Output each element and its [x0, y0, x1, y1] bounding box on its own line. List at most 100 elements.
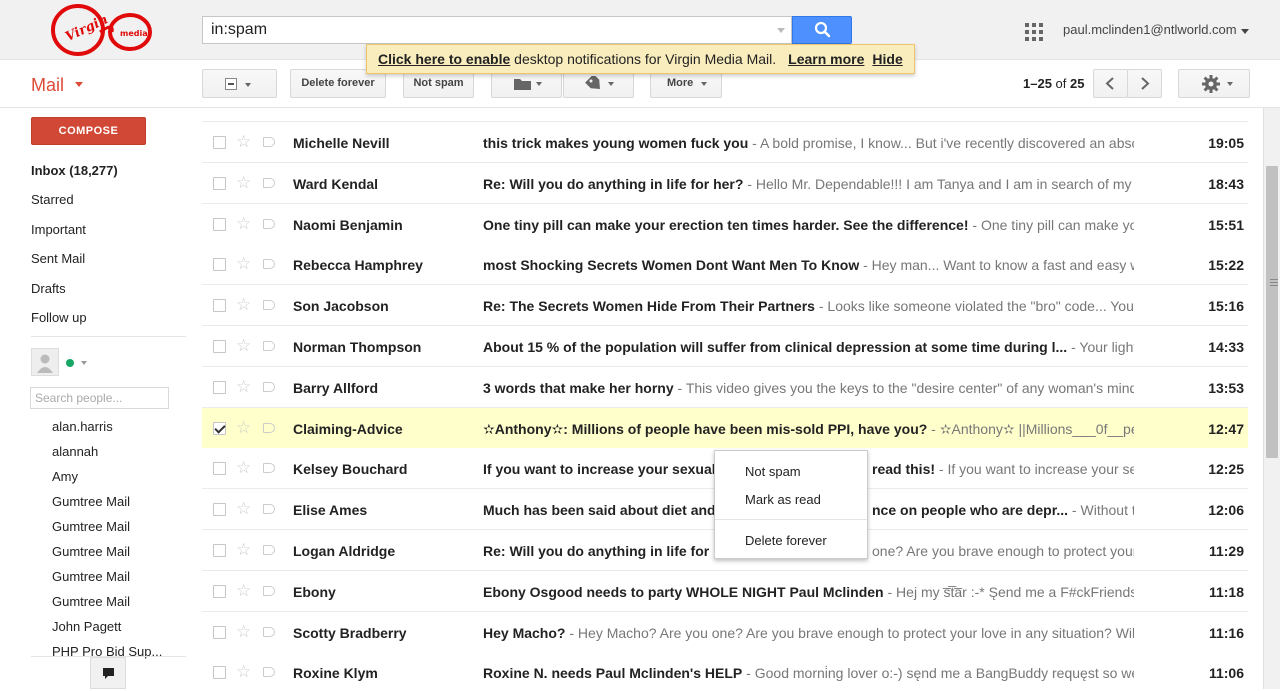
newer-button[interactable]	[1093, 69, 1128, 98]
account-email[interactable]: paul.mclinden1@ntlworld.com	[1063, 22, 1237, 37]
star-icon[interactable]: ☆	[236, 662, 251, 682]
importance-marker-icon[interactable]	[263, 341, 275, 351]
sidebar-item-follow-up[interactable]: Follow up	[31, 310, 87, 325]
star-icon[interactable]: ☆	[236, 295, 251, 315]
sidebar-item-inbox[interactable]: Inbox (18,277)	[31, 163, 118, 178]
contact-item[interactable]: Gumtree Mail	[52, 494, 130, 509]
table-row[interactable]: ☆ Ward Kendal Re: Will you do anything in …	[202, 162, 1248, 204]
contact-item[interactable]: Gumtree Mail	[52, 594, 130, 609]
sidebar-item-sent-mail[interactable]: Sent Mail	[31, 251, 85, 266]
sidebar-item-starred[interactable]: Starred	[31, 192, 74, 207]
row-checkbox[interactable]	[213, 258, 226, 272]
search-options-caret[interactable]	[777, 28, 785, 33]
importance-marker-icon[interactable]	[263, 463, 275, 474]
importance-marker-icon[interactable]	[263, 585, 275, 596]
star-icon[interactable]: ☆	[236, 377, 251, 397]
contact-item[interactable]: Gumtree Mail	[52, 519, 130, 534]
row-time: 13:53	[1208, 379, 1244, 396]
table-row[interactable]	[202, 108, 1248, 122]
table-row[interactable]: ☆ Scotty Bradberry Hey Macho? - Hey Macho?…	[202, 611, 1248, 653]
table-row[interactable]: ☆ Barry Allford 3 words that make her horn…	[202, 366, 1248, 408]
people-search-input[interactable]	[30, 387, 169, 409]
row-checkbox[interactable]	[213, 136, 226, 149]
row-checkbox[interactable]	[213, 544, 226, 557]
star-icon[interactable]: ☆	[236, 458, 251, 478]
presence-status-icon[interactable]	[66, 359, 74, 367]
star-icon[interactable]: ☆	[236, 173, 251, 193]
importance-marker-icon[interactable]	[263, 667, 275, 678]
table-row[interactable]: ☆ Son Jacobson Re: The Secrets Women Hide …	[202, 285, 1248, 327]
virgin-media-logo[interactable]: Virgin media	[50, 2, 154, 58]
mail-caret-icon[interactable]	[75, 82, 83, 87]
apps-grid-icon[interactable]	[1025, 23, 1043, 41]
contact-item[interactable]: Gumtree Mail	[52, 544, 130, 559]
contact-item[interactable]: John Pagett	[52, 619, 121, 634]
table-row[interactable]: ☆ Norman Thompson About 15 % of the popula…	[202, 326, 1248, 367]
search-input[interactable]	[203, 17, 773, 43]
importance-marker-icon[interactable]	[263, 259, 275, 270]
row-checkbox[interactable]	[213, 380, 226, 394]
settings-button[interactable]	[1178, 69, 1250, 98]
star-icon[interactable]: ☆	[236, 336, 251, 356]
context-not-spam[interactable]: Not spam	[745, 464, 801, 479]
search-box[interactable]	[202, 16, 792, 44]
sidebar-item-important[interactable]: Important	[31, 222, 86, 237]
sidebar-item-drafts[interactable]: Drafts	[31, 281, 66, 296]
row-checkbox[interactable]	[213, 584, 226, 598]
scrollbar-thumb[interactable]	[1266, 166, 1278, 458]
importance-marker-icon[interactable]	[263, 300, 275, 311]
context-delete-forever[interactable]: Delete forever	[745, 533, 827, 548]
row-checkbox[interactable]	[213, 421, 226, 435]
mail-label[interactable]: Mail	[31, 75, 64, 96]
row-checkbox[interactable]	[213, 503, 226, 517]
contact-item[interactable]: Amy	[52, 469, 78, 484]
star-icon[interactable]: ☆	[236, 540, 251, 560]
presence-caret-icon[interactable]	[81, 361, 87, 365]
importance-marker-icon[interactable]	[263, 545, 275, 555]
contact-item[interactable]: Gumtree Mail	[52, 569, 130, 584]
table-row[interactable]: ☆ Roxine Klym Roxine N. needs Paul Mclinde…	[202, 652, 1248, 689]
row-checkbox[interactable]	[213, 299, 226, 313]
importance-marker-icon[interactable]	[263, 137, 275, 147]
table-row[interactable]: ☆ Ebony Ebony Osgood needs to party WHOLE …	[202, 570, 1248, 612]
importance-marker-icon[interactable]	[263, 381, 275, 392]
row-checkbox[interactable]	[213, 462, 226, 476]
table-row[interactable]: ☆ Rebecca Hamphrey most Shocking Secrets W…	[202, 244, 1248, 286]
select-checkbox-button[interactable]	[202, 69, 277, 98]
row-checkbox[interactable]	[213, 666, 226, 680]
chat-button[interactable]	[90, 657, 126, 689]
learn-more-link[interactable]: Learn more	[788, 51, 864, 67]
importance-marker-icon[interactable]	[263, 218, 275, 229]
row-checkbox[interactable]	[213, 340, 226, 353]
table-row[interactable]: ☆ Claiming-Advice ✫Anthony✫: Millions of p…	[202, 407, 1248, 449]
row-checkbox[interactable]	[213, 176, 226, 190]
table-row[interactable]: ☆ Michelle Nevill this trick makes young w…	[202, 122, 1248, 163]
star-icon[interactable]: ☆	[236, 418, 251, 438]
row-checkbox[interactable]	[213, 625, 226, 639]
avatar[interactable]	[31, 348, 59, 376]
importance-marker-icon[interactable]	[263, 422, 275, 433]
star-icon[interactable]: ☆	[236, 254, 251, 274]
row-sender: Rebecca Hamphrey	[293, 257, 423, 274]
enable-notifications-link[interactable]: Click here to enable	[378, 51, 510, 67]
contact-item[interactable]: alannah	[52, 444, 98, 459]
compose-button[interactable]: COMPOSE	[31, 117, 146, 145]
row-snippet: Looks like someone violated the "bro" co…	[827, 298, 1134, 315]
table-row[interactable]: ☆ Naomi Benjamin One tiny pill can make yo…	[202, 203, 1248, 245]
row-checkbox[interactable]	[213, 217, 226, 231]
star-icon[interactable]: ☆	[236, 214, 251, 234]
context-mark-as-read[interactable]: Mark as read	[745, 492, 821, 507]
star-icon[interactable]: ☆	[236, 499, 251, 519]
star-icon[interactable]: ☆	[236, 581, 251, 601]
importance-marker-icon[interactable]	[263, 177, 275, 188]
star-icon[interactable]: ☆	[236, 622, 251, 642]
account-caret-icon[interactable]	[1241, 29, 1249, 34]
older-button[interactable]	[1127, 69, 1162, 98]
contact-item[interactable]: alan.harris	[52, 419, 113, 434]
star-icon[interactable]: ☆	[236, 132, 251, 152]
hide-link[interactable]: Hide	[872, 51, 902, 67]
search-button[interactable]	[792, 16, 852, 44]
scrollbar[interactable]	[1263, 108, 1280, 689]
importance-marker-icon[interactable]	[263, 626, 275, 637]
importance-marker-icon[interactable]	[263, 504, 275, 515]
